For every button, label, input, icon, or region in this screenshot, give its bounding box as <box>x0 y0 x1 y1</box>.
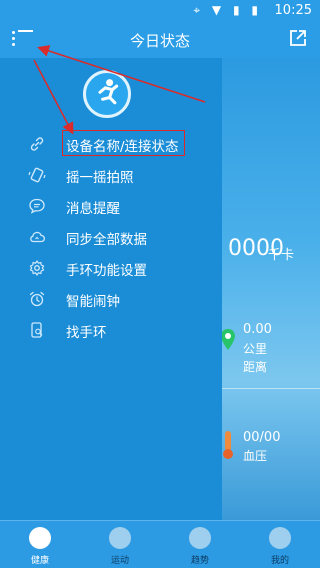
menu-item-smart-alarm[interactable]: 智能闹钟 <box>0 285 222 313</box>
location-pin-icon <box>221 329 235 350</box>
blood-pressure-label: 血压 <box>243 449 268 463</box>
menu-item-label: 智能闹钟 <box>66 294 120 310</box>
menu-item-sync[interactable]: 同步全部数据 <box>0 223 222 251</box>
bottom-nav: 健康 运动 趋势 我的 <box>0 520 320 568</box>
nav-drawer: 设备名称/连接状态 摇一摇拍照 消息提醒 同步全部数据 手环功能设置 智能闹钟 … <box>0 58 222 520</box>
highlight-box <box>62 130 185 156</box>
message-bubble-icon <box>29 198 45 214</box>
tab-trend[interactable]: 趋势 <box>160 521 240 568</box>
divider <box>220 388 320 389</box>
alarm-clock-icon <box>29 291 45 307</box>
sport-icon <box>109 527 131 549</box>
tab-label: 趋势 <box>190 556 209 566</box>
gear-icon <box>29 260 45 276</box>
menu-item-messages[interactable]: 消息提醒 <box>0 192 222 220</box>
tab-label: 我的 <box>270 556 289 566</box>
user-icon <box>269 527 291 549</box>
avatar[interactable] <box>83 70 131 118</box>
menu-item-band-settings[interactable]: 手环功能设置 <box>0 254 222 282</box>
app-bar: 今日状态 <box>0 22 320 58</box>
status-bar: ⌖ ▼ ▮ ▮ 10:25 <box>0 0 320 22</box>
blood-pressure-value: 00/00 <box>243 430 281 445</box>
share-icon[interactable] <box>288 28 308 48</box>
link-icon <box>30 137 44 151</box>
menu-item-label: 消息提醒 <box>66 201 120 217</box>
status-time: 10:25 <box>274 3 312 18</box>
distance-unit: 公里 <box>243 342 268 356</box>
runner-icon <box>98 79 119 105</box>
distance-label: 距离 <box>243 360 268 374</box>
tab-profile[interactable]: 我的 <box>240 521 320 568</box>
menu-item-find-band[interactable]: 找手环 <box>0 316 222 344</box>
page-title: 今日状态 <box>129 32 190 50</box>
tab-label: 健康 <box>30 556 49 566</box>
find-band-icon <box>31 322 43 338</box>
status-icons: ⌖ ▼ ▮ ▮ <box>193 3 262 17</box>
menu-item-label: 摇一摇拍照 <box>66 170 134 186</box>
tab-label: 运动 <box>110 556 129 566</box>
menu-item-label: 同步全部数据 <box>66 232 147 248</box>
menu-item-label: 手环功能设置 <box>66 263 147 279</box>
shake-phone-icon <box>28 167 46 183</box>
trend-icon <box>189 527 211 549</box>
tab-health[interactable]: 健康 <box>0 521 80 568</box>
tab-sport[interactable]: 运动 <box>80 521 160 568</box>
calories-unit: 千卡 <box>268 248 295 263</box>
distance-value: 0.00 <box>243 322 272 337</box>
menu-item-label: 找手环 <box>66 325 107 341</box>
cloud-sync-icon <box>30 231 45 243</box>
home-icon <box>29 527 51 549</box>
menu-item-shake-photo[interactable]: 摇一摇拍照 <box>0 161 222 189</box>
thermometer-icon <box>223 431 233 459</box>
